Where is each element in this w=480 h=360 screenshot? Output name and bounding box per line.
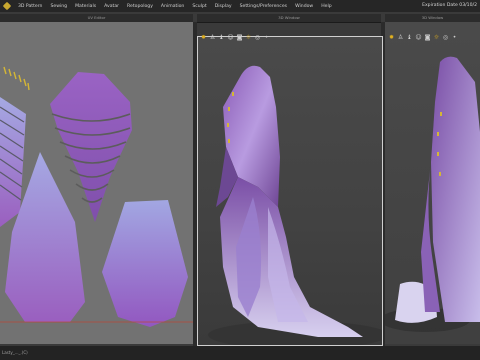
avatar-3d-window-b[interactable] [380,22,480,344]
menu-sculpt[interactable]: Sculpt [188,4,210,9]
garment-3d-view [208,65,388,349]
target-icon[interactable]: ◎ [442,34,449,41]
menu-bar: 3D Pattern Sewing Materials Avatar Retop… [0,0,480,12]
garment-icon[interactable]: ♝ [406,34,413,41]
menu-avatar[interactable]: Avatar [100,4,123,9]
menu-3d-pattern[interactable]: 3D Pattern [14,4,46,9]
app-logo [0,0,14,12]
pin-marks [3,66,30,91]
avatar-3d-window[interactable] [197,36,388,349]
pattern-canvas [0,66,193,327]
avatar-icon[interactable]: ♙ [397,34,404,41]
menu-display[interactable]: Display [211,4,236,9]
target-icon[interactable]: ◎ [254,34,261,41]
menu-settings[interactable]: Settings/Preferences [236,4,291,9]
pattern-2d-window[interactable] [0,22,193,344]
dot-icon[interactable]: • [451,34,458,41]
menu-animation[interactable]: Animation [157,4,188,9]
dot-icon[interactable]: • [263,34,270,41]
menu-sewing[interactable]: Sewing [46,4,71,9]
avatar-icon[interactable]: ♙ [209,34,216,41]
camera-icon[interactable]: ◙ [236,34,243,41]
toolbar-3d: ✹ ♙ ♝ ☺ ◙ ☼ ◎ • [197,30,270,44]
light-icon[interactable]: ☼ [245,34,252,41]
person-icon[interactable]: ☺ [415,34,422,41]
status-text: Lasty_..._.(C) [2,350,28,355]
garment-mesh-b[interactable] [395,56,480,323]
menu-window[interactable]: Window [291,4,317,9]
title-3d: 3D Window [197,14,381,23]
sun-icon[interactable]: ✹ [200,34,207,41]
garment-3d-view-b [380,56,480,332]
camera-icon[interactable]: ◙ [424,34,431,41]
expiration-text: Expiration Date 03/10/2 [422,3,477,8]
person-icon[interactable]: ☺ [227,34,234,41]
toolbar-3d-b: ✹ ♙ ♝ ☺ ◙ ☼ ◎ • [385,30,458,44]
status-bar: Lasty_..._.(C) [0,346,480,360]
garment-icon[interactable]: ♝ [218,34,225,41]
pattern-piece-back[interactable] [102,200,188,327]
menu-help[interactable]: Help [317,4,335,9]
menu-retopology[interactable]: Retopology [123,4,157,9]
garment-mesh[interactable] [216,65,363,337]
sun-icon[interactable]: ✹ [388,34,395,41]
light-icon[interactable]: ☼ [433,34,440,41]
menu-materials[interactable]: Materials [71,4,100,9]
